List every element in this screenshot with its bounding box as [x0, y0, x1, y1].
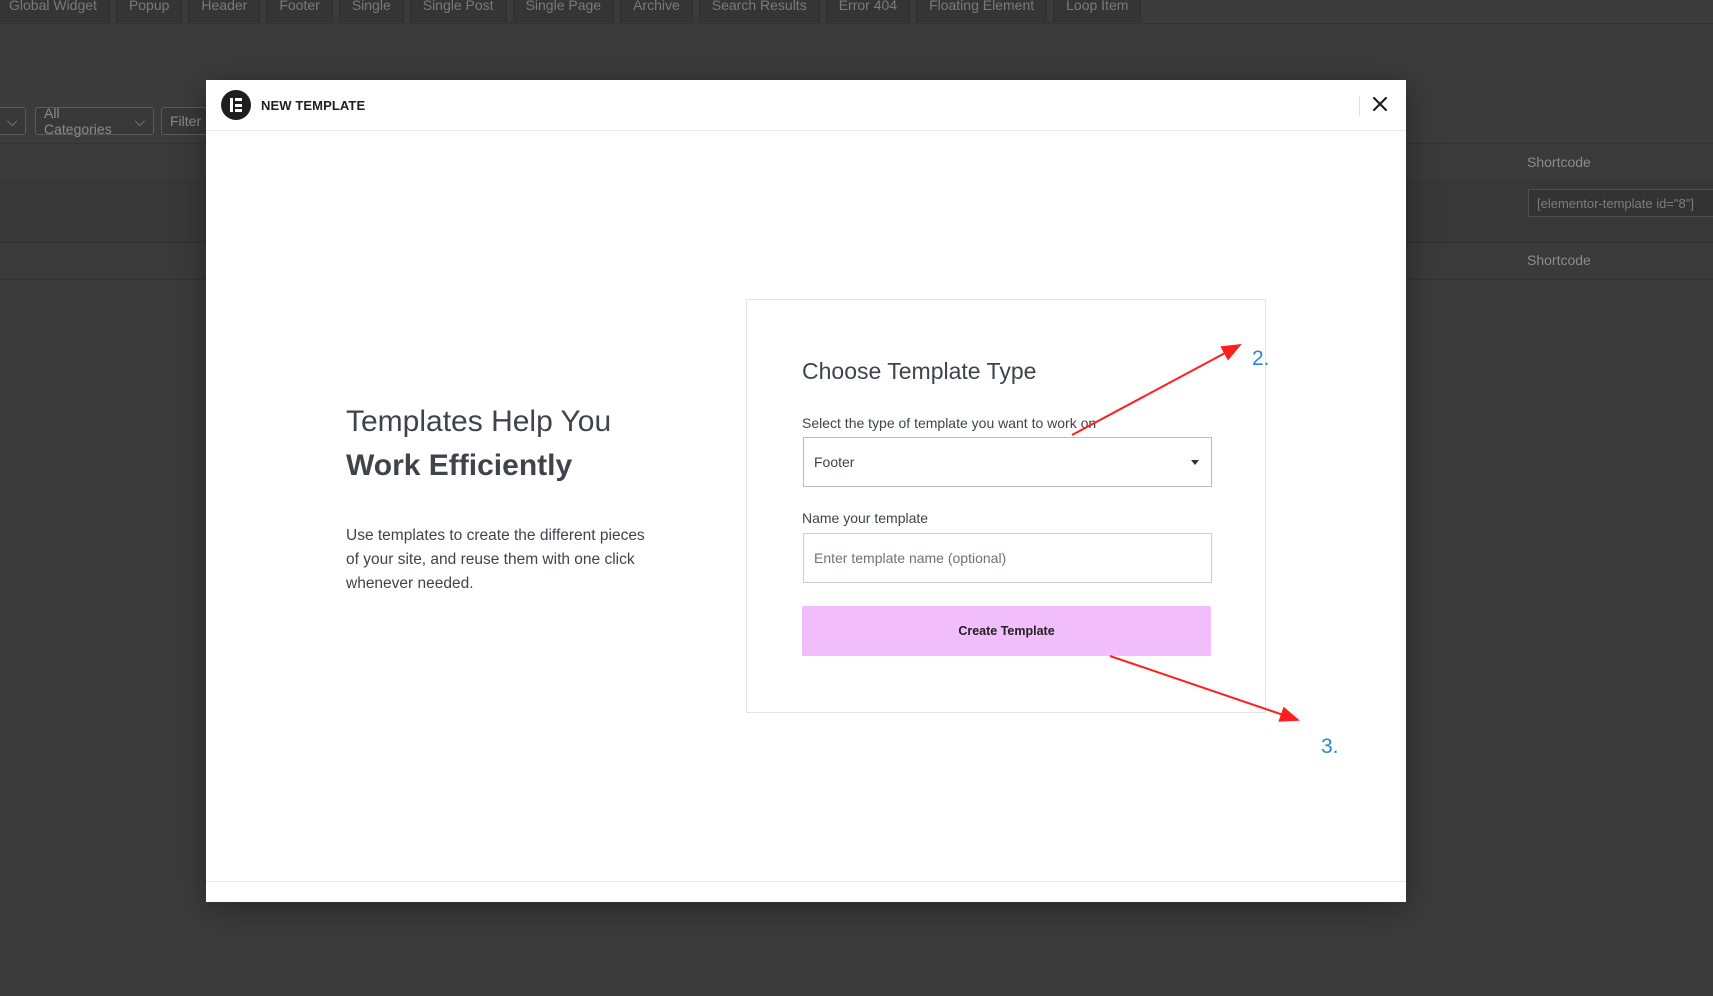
tab-error-404[interactable]: Error 404 — [825, 0, 911, 22]
template-name-placeholder: Enter template name (optional) — [814, 550, 1007, 566]
modal-title: NEW TEMPLATE — [261, 97, 366, 113]
tab-archive[interactable]: Archive — [620, 0, 693, 22]
create-template-button[interactable]: Create Template — [802, 606, 1211, 656]
intro-heading-line2: Work Efficiently — [346, 449, 573, 482]
template-name-input[interactable]: Enter template name (optional) — [803, 533, 1212, 583]
intro-heading-line1: Templates Help You — [346, 405, 612, 438]
template-type-tabs: Global Widget Popup Header Footer Single… — [0, 0, 1142, 22]
template-type-label: Select the type of template you want to … — [802, 415, 1097, 431]
chevron-down-icon: ⌵ — [134, 112, 145, 129]
elementor-logo-icon — [221, 90, 251, 120]
template-name-label: Name your template — [802, 510, 929, 526]
tab-floating-element[interactable]: Floating Element — [916, 0, 1048, 22]
annotation-step-3: 3. — [1321, 735, 1339, 758]
tab-single-page[interactable]: Single Page — [512, 0, 615, 22]
template-type-value: Footer — [814, 454, 855, 470]
tab-search-results[interactable]: Search Results — [698, 0, 820, 22]
close-icon — [1373, 97, 1387, 111]
shortcode-field[interactable]: [elementor-template id="8"] — [1528, 189, 1713, 217]
intro-section: Templates Help You Work Efficiently Use … — [346, 400, 656, 596]
tab-single-post[interactable]: Single Post — [409, 0, 507, 22]
filter-label: Filter — [170, 113, 202, 129]
tab-popup[interactable]: Popup — [115, 0, 183, 22]
modal-footer-divider — [206, 881, 1406, 882]
caret-down-icon — [1191, 460, 1199, 465]
tab-footer[interactable]: Footer — [266, 0, 333, 22]
modal-header: NEW TEMPLATE — [206, 80, 1406, 131]
close-button[interactable] — [1368, 92, 1392, 116]
bulk-actions-select[interactable]: ⌵ — [0, 107, 26, 135]
tabs-divider — [0, 23, 1713, 24]
template-type-select[interactable]: Footer — [803, 437, 1212, 487]
header-divider — [1359, 96, 1360, 116]
chevron-down-icon: ⌵ — [7, 112, 18, 129]
tab-single[interactable]: Single — [338, 0, 404, 22]
template-form-card: Choose Template Type Select the type of … — [746, 299, 1266, 713]
tab-header[interactable]: Header — [188, 0, 261, 22]
categories-select[interactable]: All Categories ⌵ — [35, 105, 154, 137]
new-template-modal: NEW TEMPLATE Templates Help You Work Eff… — [206, 80, 1406, 902]
annotation-step-2: 2. — [1252, 347, 1270, 370]
column-shortcode-footer: Shortcode — [1527, 252, 1591, 268]
tab-loop-item[interactable]: Loop Item — [1053, 0, 1142, 22]
form-title: Choose Template Type — [802, 358, 1037, 384]
categories-label: All Categories — [44, 105, 112, 137]
tab-global-widget[interactable]: Global Widget — [0, 0, 110, 22]
column-shortcode: Shortcode — [1527, 154, 1591, 170]
intro-description: Use templates to create the different pi… — [346, 527, 645, 592]
